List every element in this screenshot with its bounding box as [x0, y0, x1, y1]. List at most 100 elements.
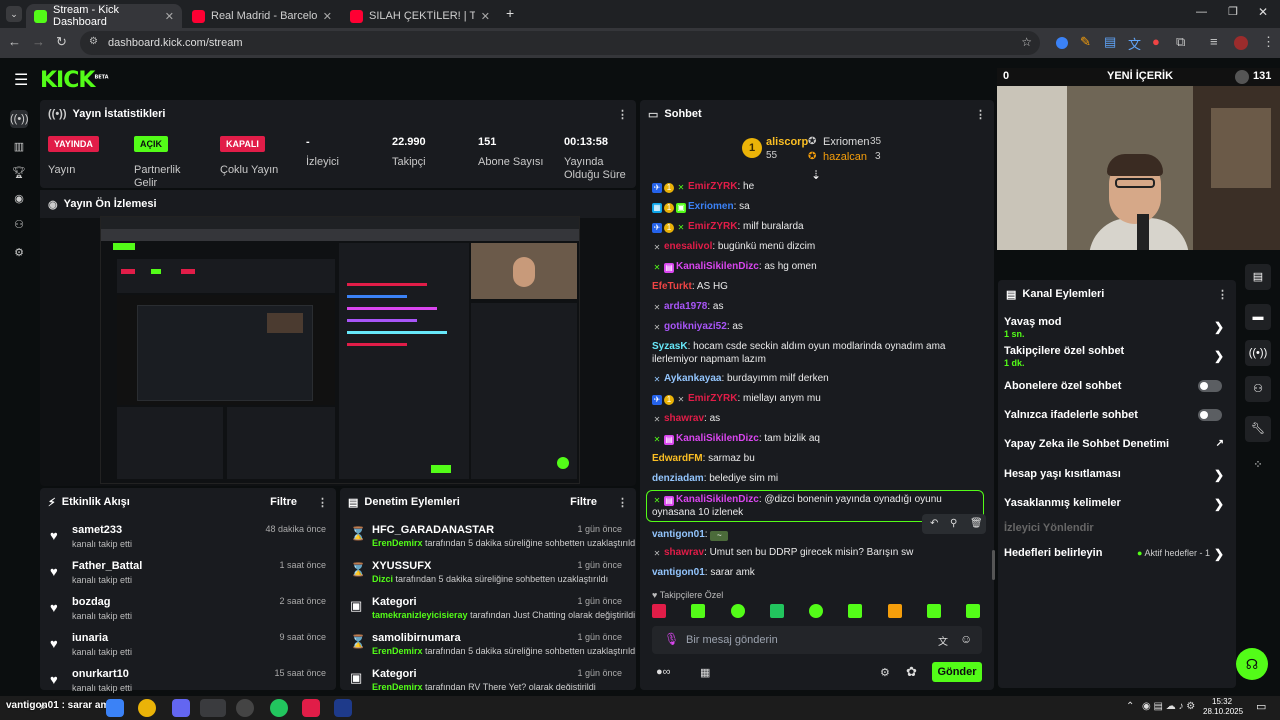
more-icon[interactable]: ⋮	[1217, 288, 1228, 301]
moderation-target[interactable]: Kategori	[372, 668, 417, 680]
app-icon[interactable]	[106, 699, 124, 717]
steam-icon[interactable]	[334, 699, 352, 717]
notes-icon[interactable]: ▤	[1245, 264, 1271, 290]
gift-icon[interactable]: ▦	[700, 666, 710, 679]
tab-search-button[interactable]: ⌄	[6, 6, 22, 22]
activity-filter-button[interactable]: Filtre	[270, 496, 297, 508]
emote[interactable]	[887, 604, 902, 618]
webcam-video[interactable]: 0 YENİ İÇERİK 131	[997, 68, 1280, 250]
more-icon[interactable]: ⋮	[975, 108, 986, 121]
spotify-icon[interactable]	[270, 699, 288, 717]
emote[interactable]	[769, 604, 784, 618]
community-icon[interactable]: ◉	[10, 190, 28, 208]
follower-name[interactable]: onurkart10	[72, 668, 129, 680]
extensions-puzzle-icon[interactable]: ⧉	[1176, 34, 1185, 50]
chrome-icon[interactable]	[138, 699, 156, 717]
extension-icon[interactable]	[1056, 37, 1068, 49]
follower-name[interactable]: samet233	[72, 524, 122, 536]
translate-icon[interactable]: 文	[1128, 34, 1141, 53]
tray-chevron-icon[interactable]: ⌃	[1126, 701, 1134, 712]
close-icon[interactable]: ✕	[323, 10, 332, 23]
close-icon[interactable]: ✕	[481, 10, 490, 23]
action-goals[interactable]: Hedefleri belirleyin ● Aktif hedefler - 1…	[1004, 547, 1230, 561]
extension-icon[interactable]: ✎	[1080, 34, 1091, 50]
moderation-target[interactable]: HFC_GARADANASTAR	[372, 524, 494, 536]
maximize-button[interactable]: ❐	[1228, 5, 1238, 18]
minimize-button[interactable]: —	[1196, 6, 1207, 18]
tab-real-madrid[interactable]: Real Madrid - Barcelona (2-1) - ✕	[184, 4, 340, 28]
more-icon[interactable]: ⋮	[617, 496, 628, 509]
app-icon[interactable]	[302, 699, 320, 717]
new-tab-button[interactable]: +	[506, 5, 514, 21]
chat-bubble-icon[interactable]: ▬	[1245, 304, 1271, 330]
emote[interactable]	[966, 604, 980, 618]
action-ai-moderation[interactable]: Yapay Zeka ile Sohbet Denetimi ↗	[1004, 438, 1230, 450]
reading-list-icon[interactable]: ≡	[1210, 34, 1218, 49]
kick-logo[interactable]: KICKBETA	[40, 68, 109, 93]
send-button[interactable]: Gönder	[932, 662, 982, 682]
browser-menu-icon[interactable]: ⋮	[1262, 34, 1275, 50]
action-followers-only[interactable]: Takipçilere özel sohbet 1 dk. ❯	[1004, 345, 1230, 368]
back-icon[interactable]: ←	[8, 34, 21, 49]
subscribers-only-toggle[interactable]	[1198, 380, 1222, 392]
follower-name[interactable]: Father_Battal	[72, 560, 142, 572]
broadcast-icon[interactable]: ((•))	[1245, 340, 1271, 366]
chat-input[interactable]: 🎙︎ Bir mesaj gönderin 文 ☺	[652, 626, 982, 654]
emote[interactable]	[691, 604, 706, 618]
more-icon[interactable]: ⋮	[317, 496, 328, 509]
top-supporter-name[interactable]: aliscorp	[766, 136, 808, 148]
points-icon[interactable]: ●∞	[656, 666, 671, 678]
moderation-target[interactable]: samolibirnumara	[372, 632, 461, 644]
emote[interactable]	[809, 604, 823, 618]
action-emote-only[interactable]: Yalnızca ifadelerle sohbet	[1004, 409, 1230, 421]
emote[interactable]	[730, 604, 745, 618]
moderation-filter-button[interactable]: Filtre	[570, 496, 597, 508]
top-supporter-name[interactable]: Exriomen	[823, 136, 869, 148]
trophy-icon[interactable]: 🏆︎	[10, 164, 28, 182]
users-icon[interactable]: ⚇	[1245, 376, 1271, 402]
hamburger-menu-icon[interactable]: ☰	[14, 70, 28, 90]
badge-icon[interactable]: ✿	[906, 664, 917, 680]
moderation-target[interactable]: Kategori	[372, 596, 417, 608]
profile-avatar[interactable]	[1234, 36, 1248, 50]
apps-icon[interactable]: ⁘	[1245, 452, 1271, 478]
extension-icon[interactable]: ▤	[1104, 34, 1116, 50]
tray-icons[interactable]: ◉ ▤ ☁ ♪ ⚙	[1142, 701, 1195, 712]
tab-kick-dashboard[interactable]: Stream - Kick Dashboard ✕	[26, 4, 182, 28]
site-info-icon[interactable]: ⚙	[89, 36, 98, 47]
emoji-icon[interactable]: ☺	[960, 632, 972, 646]
forward-icon[interactable]: →	[32, 34, 45, 49]
chat-scrollbar[interactable]	[992, 550, 995, 580]
ai-icon[interactable]: 文	[938, 633, 948, 648]
help-chat-icon[interactable]: ☊	[1236, 648, 1268, 680]
extension-icon[interactable]: ●	[1152, 34, 1160, 49]
users-icon[interactable]: ⚇	[10, 216, 28, 234]
stream-icon[interactable]: ((•))	[10, 110, 29, 128]
obs-icon[interactable]	[236, 699, 254, 717]
action-banned-words[interactable]: Yasaklanmış kelimeler ❯	[1004, 497, 1230, 511]
moderation-target[interactable]: XYUSSUFX	[372, 560, 431, 572]
bookmark-star-icon[interactable]: ☆	[1021, 35, 1032, 49]
reload-icon[interactable]: ↻	[56, 34, 67, 50]
follower-name[interactable]: bozdag	[72, 596, 111, 608]
close-icon[interactable]: ✕	[165, 10, 174, 23]
emote[interactable]	[652, 604, 666, 618]
action-subscribers-only[interactable]: Abonelere özel sohbet	[1004, 380, 1230, 392]
emote[interactable]	[926, 604, 941, 618]
discord-icon[interactable]	[172, 699, 190, 717]
emote[interactable]	[848, 604, 863, 618]
emote-only-toggle[interactable]	[1198, 409, 1222, 421]
stream-preview-video[interactable]	[100, 216, 580, 484]
more-icon[interactable]: ⋮	[617, 108, 628, 121]
action-account-age[interactable]: Hesap yaşı kısıtlaması ❯	[1004, 468, 1230, 482]
follower-name[interactable]: iunaria	[72, 632, 108, 644]
window-close-button[interactable]: ✕	[1258, 5, 1268, 19]
active-app-icon[interactable]	[200, 699, 226, 717]
notification-icon[interactable]: ▭	[1256, 700, 1266, 713]
settings-icon[interactable]: ⚙	[10, 244, 28, 262]
search-icon[interactable]: ⌕	[40, 699, 58, 717]
tab-silah[interactable]: SILAH ÇEKTİLER! | Türkiye'de Ya ✕	[342, 4, 498, 28]
analytics-icon[interactable]: ▥	[10, 138, 28, 156]
chat-settings-icon[interactable]: ⚙	[880, 666, 890, 679]
wrench-icon[interactable]: 🔧︎	[1245, 416, 1271, 442]
